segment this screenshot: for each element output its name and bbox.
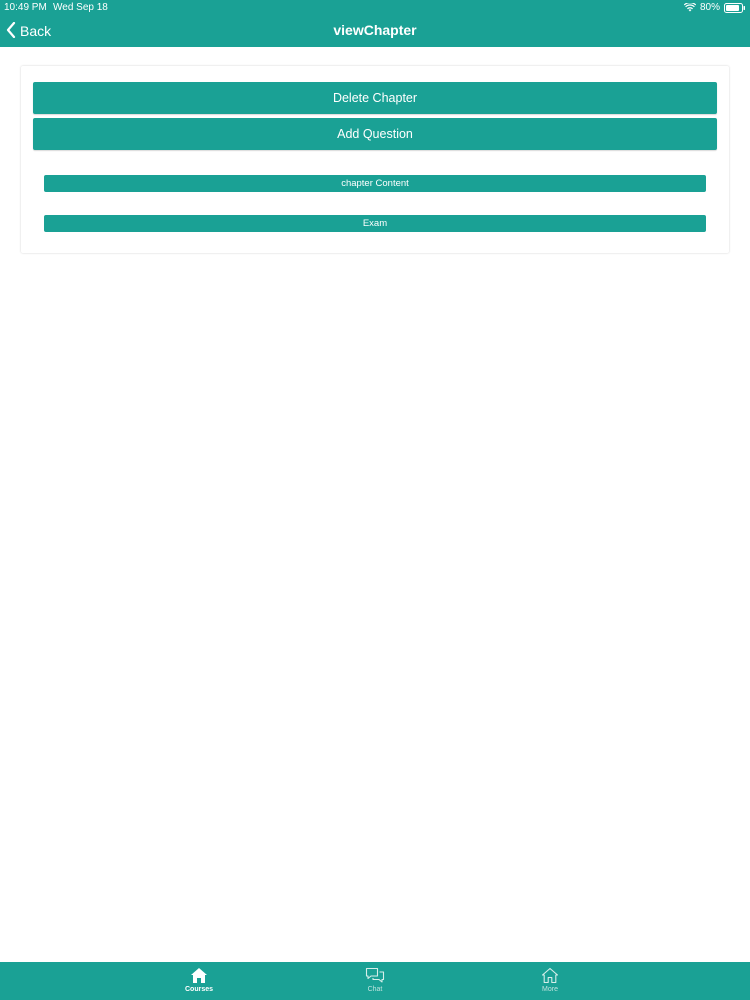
exam-button[interactable]: Exam (44, 215, 706, 232)
tab-label: Courses (184, 986, 213, 993)
tab-more[interactable]: More (520, 967, 580, 999)
page-title: viewChapter (333, 22, 417, 38)
tab-label: More (542, 986, 558, 993)
screen: 10:49 PM Wed Sep 18 80% Back viewChapter… (0, 0, 750, 1000)
tab-bar: Courses Chat More (0, 962, 750, 1000)
battery-icon (724, 2, 746, 13)
tab-chat[interactable]: Chat (345, 967, 405, 999)
battery-percent: 80% (699, 2, 720, 13)
chapter-content-button[interactable]: chapter Content (44, 175, 706, 192)
status-right: 80% (683, 1, 746, 14)
add-question-button[interactable]: Add Question (33, 118, 717, 150)
status-date: Wed Sep 18 (53, 2, 108, 13)
chat-icon (365, 967, 385, 984)
tab-courses[interactable]: Courses (169, 967, 229, 999)
home-icon (190, 967, 208, 984)
delete-chapter-button[interactable]: Delete Chapter (33, 82, 717, 114)
tab-label: Chat (367, 986, 383, 993)
status-time: 10:49 PM (4, 2, 47, 13)
wifi-icon (683, 3, 696, 12)
chapter-card: Delete Chapter Add Question chapter Cont… (21, 66, 729, 253)
home-outline-icon (541, 967, 559, 984)
top-bar: 10:49 PM Wed Sep 18 80% Back viewChapter (0, 0, 750, 47)
